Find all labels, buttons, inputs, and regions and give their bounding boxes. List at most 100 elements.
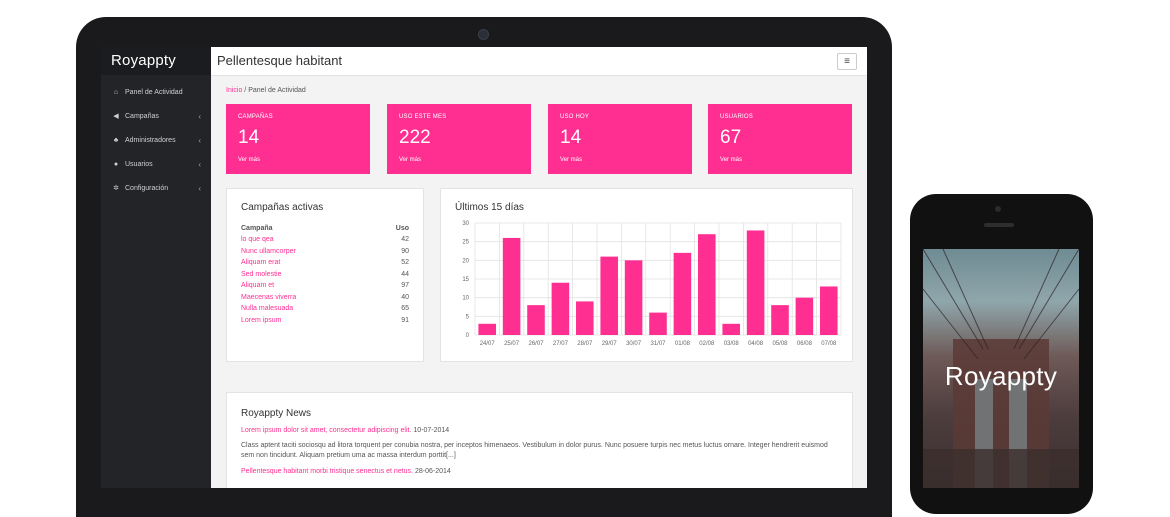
campaign-link[interactable]: Aliquam erat <box>241 257 377 269</box>
stat-card-campanas: CAMPAÑAS 14 Ver más <box>226 104 370 174</box>
dashboard-screen: Royappty ⌂ Panel de Actividad ◀ Campañas… <box>101 47 867 488</box>
news-date: 10-07-2014 <box>413 427 450 434</box>
table-row: lo que qea 42 <box>241 234 409 246</box>
active-campaigns-panel: Campañas activas Campaña Uso lo que qea 4… <box>226 188 424 362</box>
bar <box>746 230 765 335</box>
news-headline-link[interactable]: Lorem ipsum dolor sit amet, consectetur … <box>241 427 411 434</box>
y-tick-label: 25 <box>462 240 469 246</box>
breadcrumb-current: Panel de Actividad <box>248 87 306 94</box>
x-tick-label: 29/07 <box>602 341 618 347</box>
campaign-use: 97 <box>401 282 409 290</box>
y-tick-label: 0 <box>466 333 470 339</box>
x-tick-label: 30/07 <box>626 341 642 347</box>
table-row: Nulla malesuada 65 <box>241 303 409 315</box>
bar <box>624 260 643 335</box>
table-row: Maecenas viverra 40 <box>241 292 409 304</box>
table-row: Nunc ullamcorper 90 <box>241 246 409 258</box>
x-tick-label: 27/07 <box>553 341 569 347</box>
x-tick-label: 01/08 <box>675 341 691 347</box>
x-tick-label: 05/08 <box>772 341 788 347</box>
chevron-left-icon: ‹ <box>198 136 201 145</box>
sidebar-item-label: Configuración <box>125 185 169 192</box>
sidebar-item-label: Usuarios <box>125 161 153 168</box>
campaign-link[interactable]: lo que qea <box>241 234 377 246</box>
hamburger-icon[interactable]: ≡ <box>837 53 857 70</box>
stat-value: 67 <box>720 127 742 148</box>
campaign-use: 91 <box>401 316 409 324</box>
campaign-use: 52 <box>401 259 409 267</box>
users-icon: ● <box>113 161 119 168</box>
table-row: Aliquam erat 52 <box>241 257 409 269</box>
sidebar-item-panel-de-actividad[interactable]: ⌂ Panel de Actividad <box>101 81 211 105</box>
sidebar-item-campanas[interactable]: ◀ Campañas ‹ <box>101 105 211 129</box>
campaign-use: 44 <box>401 270 409 278</box>
stat-more-link[interactable]: Ver más <box>720 157 742 163</box>
stat-more-link[interactable]: Ver más <box>399 157 421 163</box>
bar <box>649 312 667 335</box>
x-tick-label: 24/07 <box>480 341 496 347</box>
phone-speaker <box>984 223 1014 227</box>
chevron-left-icon: ‹ <box>198 160 201 169</box>
stat-more-link[interactable]: Ver más <box>560 157 582 163</box>
chevron-left-icon: ‹ <box>198 184 201 193</box>
news-panel: Royappty News Lorem ipsum dolor sit amet… <box>226 392 853 488</box>
y-tick-label: 5 <box>466 314 470 320</box>
sidebar-item-label: Panel de Actividad <box>125 89 183 96</box>
bar <box>551 282 570 335</box>
sidebar-item-usuarios[interactable]: ● Usuarios ‹ <box>101 153 211 177</box>
bar <box>771 305 789 335</box>
x-tick-label: 07/08 <box>821 341 837 347</box>
bar <box>673 252 692 335</box>
sidebar-item-administradores[interactable]: ♣ Administradores ‹ <box>101 129 211 153</box>
topbar: Pellentesque habitant ≡ <box>211 47 867 76</box>
laptop-camera <box>478 29 489 40</box>
news-headline-link[interactable]: Pellentesque habitant morbi tristique se… <box>241 468 413 475</box>
bar <box>502 237 521 335</box>
campaign-use: 42 <box>401 236 409 244</box>
column-header-campana: Campaña <box>241 225 273 232</box>
stat-label: USUARIOS <box>720 114 753 120</box>
campaigns-table: Campaña Uso lo que qea 42 Nunc ullamcorpe… <box>241 223 409 326</box>
campaign-use: 65 <box>401 305 409 313</box>
campaign-use: 40 <box>401 293 409 301</box>
x-tick-label: 06/08 <box>797 341 813 347</box>
bar <box>698 234 716 335</box>
phone-brand-logo: Royappty <box>944 361 1058 391</box>
chevron-left-icon: ‹ <box>198 112 201 121</box>
x-tick-label: 25/07 <box>504 341 520 347</box>
bar <box>820 286 838 335</box>
campaign-link[interactable]: Sed molestie <box>241 269 377 281</box>
table-row: Sed molestie 44 <box>241 269 409 281</box>
phone-camera <box>995 206 1001 212</box>
sidebar: Royappty ⌂ Panel de Actividad ◀ Campañas… <box>101 47 211 488</box>
campaign-use: 90 <box>401 247 409 255</box>
x-tick-label: 31/07 <box>650 341 666 347</box>
sitemap-icon: ♣ <box>113 137 119 144</box>
campaign-link[interactable]: Aliquam et <box>241 280 377 292</box>
y-tick-label: 10 <box>462 296 469 302</box>
campaign-link[interactable]: Maecenas viverra <box>241 292 377 304</box>
stat-card-uso-este-mes: USO ESTE MES 222 Ver más <box>387 104 531 174</box>
phone-screen: Royappty <box>923 249 1079 488</box>
campaign-link[interactable]: Nulla malesuada <box>241 303 377 315</box>
table-header-row: Campaña Uso <box>241 223 409 234</box>
x-tick-label: 28/07 <box>577 341 593 347</box>
page-title: Pellentesque habitant <box>217 53 343 68</box>
main-content: Inicio / Panel de Actividad CAMPAÑAS 14 … <box>211 76 867 488</box>
breadcrumb-home-link[interactable]: Inicio <box>226 87 242 94</box>
table-row: Aliquam et 97 <box>241 280 409 292</box>
sidebar-item-label: Campañas <box>125 113 159 120</box>
stat-card-uso-hoy: USO HOY 14 Ver más <box>548 104 692 174</box>
news-item: Lorem ipsum dolor sit amet, consectetur … <box>241 426 831 436</box>
stat-more-link[interactable]: Ver más <box>238 157 260 163</box>
campaign-link[interactable]: Nunc ullamcorper <box>241 246 377 258</box>
bar-chart: 0 5 10 15 20 25 30 24/07 25/07 26/07 27/07 28/07 29/… <box>462 221 842 347</box>
last-15-days-panel: Últimos 15 días 0 5 10 15 20 25 30 24/07 25/07 26… <box>440 188 853 362</box>
y-tick-label: 30 <box>462 221 469 227</box>
y-tick-label: 15 <box>462 277 469 283</box>
home-icon: ⌂ <box>113 89 119 96</box>
gears-icon: ✲ <box>113 185 119 192</box>
brand-logo[interactable]: Royappty <box>101 47 211 75</box>
sidebar-item-configuracion[interactable]: ✲ Configuración ‹ <box>101 177 211 201</box>
campaign-link[interactable]: Lorem ipsum <box>241 315 377 327</box>
